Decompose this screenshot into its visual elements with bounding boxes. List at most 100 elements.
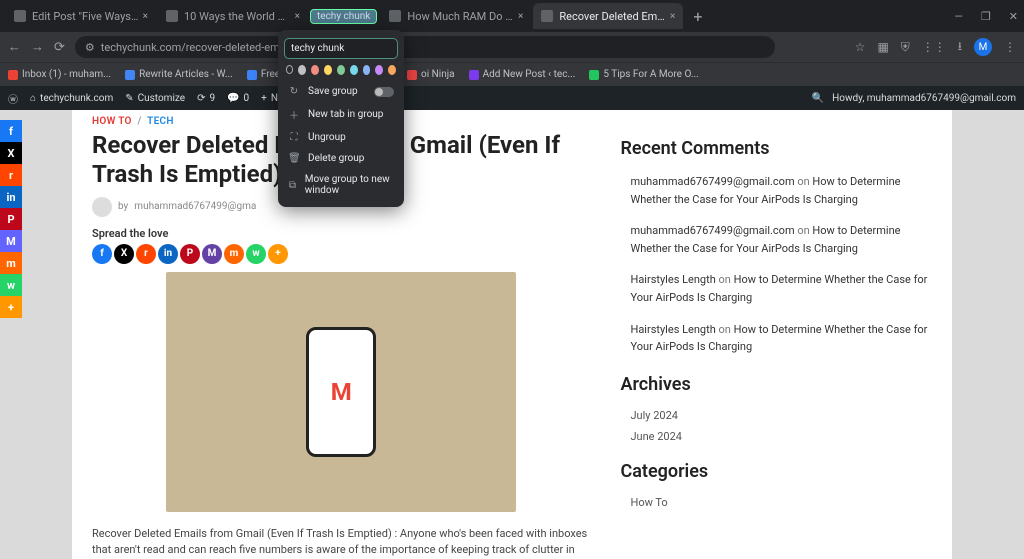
- share-button[interactable]: +: [268, 244, 288, 264]
- color-swatch[interactable]: [337, 65, 345, 75]
- bookmark-icon[interactable]: ☆: [855, 40, 866, 54]
- comment-author[interactable]: muhammad6767499@gmail.com: [630, 224, 794, 237]
- share-label: Spread the love: [92, 227, 590, 240]
- crumb-howto[interactable]: HOW TO: [92, 116, 132, 127]
- float-share-button[interactable]: r: [0, 164, 22, 186]
- profile-avatar[interactable]: M: [974, 38, 992, 56]
- archives-heading: Archives: [620, 374, 932, 395]
- color-swatch[interactable]: [286, 65, 293, 74]
- archive-link[interactable]: June 2024: [620, 430, 932, 443]
- bookmark-item[interactable]: Inbox (1) - muham...: [8, 69, 111, 80]
- share-button[interactable]: M: [202, 244, 222, 264]
- comment-author[interactable]: muhammad6767499@gmail.com: [630, 175, 794, 188]
- reload-icon[interactable]: ⟳: [54, 40, 65, 55]
- share-button[interactable]: f: [92, 244, 112, 264]
- category-link[interactable]: How To: [620, 496, 932, 509]
- author-link[interactable]: muhammad6767499@gma: [134, 201, 256, 212]
- wp-logo[interactable]: ⓦ: [8, 91, 18, 106]
- float-share-button[interactable]: f: [0, 120, 22, 142]
- color-swatch[interactable]: [388, 65, 396, 75]
- comment-item: Hairstyles Length on How to Determine Wh…: [620, 271, 932, 306]
- color-swatch[interactable]: [363, 65, 371, 75]
- color-swatch[interactable]: [350, 65, 358, 75]
- wp-customize[interactable]: ✎ Customize: [125, 93, 185, 104]
- wp-howdy[interactable]: Howdy, muhammad6767499@gmail.com: [832, 93, 1016, 104]
- floating-share-bar: fXrinPMmw+: [0, 120, 22, 318]
- context-menu-item[interactable]: 🗑Delete group: [284, 148, 398, 169]
- float-share-button[interactable]: w: [0, 274, 22, 296]
- context-menu-item[interactable]: ↻Save group: [284, 81, 398, 102]
- bookmark-item[interactable]: Add New Post ‹ tec...: [469, 69, 576, 80]
- float-share-button[interactable]: M: [0, 230, 22, 252]
- wp-updates[interactable]: ⟳ 9: [197, 93, 215, 104]
- color-swatch[interactable]: [311, 65, 319, 75]
- group-name-input[interactable]: [284, 38, 398, 59]
- browser-tab-strip: Edit Post "Five Ways To Organ... × 10 Way…: [0, 0, 1024, 32]
- search-icon[interactable]: 🔍: [812, 93, 824, 104]
- tab-0[interactable]: Edit Post "Five Ways To Organ... ×: [6, 3, 156, 29]
- float-share-button[interactable]: X: [0, 142, 22, 164]
- share-button[interactable]: r: [136, 244, 156, 264]
- sidebar: Recent Comments muhammad6767499@gmail.co…: [620, 110, 932, 559]
- bookmark-item[interactable]: 5 Tips For A More O...: [589, 69, 698, 80]
- tab-1[interactable]: 10 Ways the World be Differen... ×: [158, 3, 308, 29]
- forward-icon[interactable]: →: [31, 39, 44, 55]
- tab-label: Edit Post "Five Ways To Organ...: [32, 10, 139, 23]
- download-icon[interactable]: ⭳: [958, 37, 962, 58]
- float-share-button[interactable]: in: [0, 186, 22, 208]
- hero-image: M: [166, 272, 516, 512]
- float-share-button[interactable]: m: [0, 252, 22, 274]
- shield-icon[interactable]: ⛨: [901, 40, 910, 55]
- new-tab-button[interactable]: +: [685, 7, 710, 26]
- bookmark-item[interactable]: oi Ninja: [407, 69, 455, 80]
- back-icon[interactable]: ←: [8, 39, 21, 55]
- url-input[interactable]: ⚙techychunk.com/recover-deleted-emails-f…: [75, 36, 775, 58]
- close-icon[interactable]: ×: [670, 11, 675, 22]
- color-swatches: [284, 65, 398, 75]
- wp-admin-bar: ⓦ ⌂ techychunk.com ✎ Customize ⟳ 9 💬 0 +…: [0, 86, 1024, 110]
- minimize-icon[interactable]: —: [954, 10, 963, 23]
- tab-label: Recover Deleted Emails from G...: [559, 10, 666, 23]
- menu-icon[interactable]: ⋮: [1004, 40, 1016, 54]
- maximize-icon[interactable]: ❐: [981, 10, 991, 23]
- tab-label: How Much RAM Do You Need...: [407, 10, 514, 23]
- share-button[interactable]: m: [224, 244, 244, 264]
- share-button[interactable]: w: [246, 244, 266, 264]
- share-button[interactable]: P: [180, 244, 200, 264]
- extensions-icon[interactable]: ⋮⋮: [922, 40, 946, 54]
- toggle[interactable]: [374, 87, 394, 97]
- color-swatch[interactable]: [375, 65, 383, 75]
- bookmark-item[interactable]: Rewrite Articles - W...: [125, 69, 233, 80]
- close-icon[interactable]: ×: [518, 11, 523, 22]
- context-menu-item[interactable]: ＋New tab in group: [284, 102, 398, 127]
- crumb-tech[interactable]: TECH: [147, 116, 174, 127]
- float-share-button[interactable]: P: [0, 208, 22, 230]
- share-button[interactable]: in: [158, 244, 178, 264]
- tab-label: 10 Ways the World be Differen...: [184, 10, 291, 23]
- categories-heading: Categories: [620, 461, 932, 482]
- tab-3[interactable]: How Much RAM Do You Need... ×: [381, 3, 531, 29]
- close-window-icon[interactable]: ✕: [1009, 10, 1018, 23]
- close-icon[interactable]: ×: [295, 11, 300, 22]
- wp-comments[interactable]: 💬 0: [227, 93, 249, 104]
- color-swatch[interactable]: [324, 65, 332, 75]
- context-menu-item[interactable]: ⧉Move group to new window: [284, 169, 398, 201]
- wp-site[interactable]: ⌂ techychunk.com: [30, 93, 113, 104]
- menu-item-icon: 🗑: [288, 153, 300, 164]
- share-button[interactable]: X: [114, 244, 134, 264]
- close-icon[interactable]: ×: [143, 11, 148, 22]
- archive-link[interactable]: July 2024: [620, 409, 932, 422]
- extension-icon[interactable]: ▦: [877, 40, 888, 54]
- comment-author[interactable]: Hairstyles Length: [630, 323, 715, 336]
- comment-author[interactable]: Hairstyles Length: [630, 273, 715, 286]
- float-share-button[interactable]: +: [0, 296, 22, 318]
- context-menu-item[interactable]: ⛶Ungroup: [284, 127, 398, 148]
- color-swatch[interactable]: [298, 65, 306, 75]
- menu-item-icon: ⛶: [288, 132, 300, 143]
- gmail-logo-phone: M: [306, 327, 376, 457]
- tab-group-chip[interactable]: techy chunk: [310, 9, 377, 24]
- address-bar-row: ← → ⟳ ⚙techychunk.com/recover-deleted-em…: [0, 32, 1024, 62]
- tab-group-context-menu: ↻Save group＋New tab in group⛶Ungroup🗑Del…: [278, 30, 404, 207]
- comment-item: muhammad6767499@gmail.com on How to Dete…: [620, 173, 932, 208]
- tab-4[interactable]: Recover Deleted Emails from G... ×: [533, 3, 683, 29]
